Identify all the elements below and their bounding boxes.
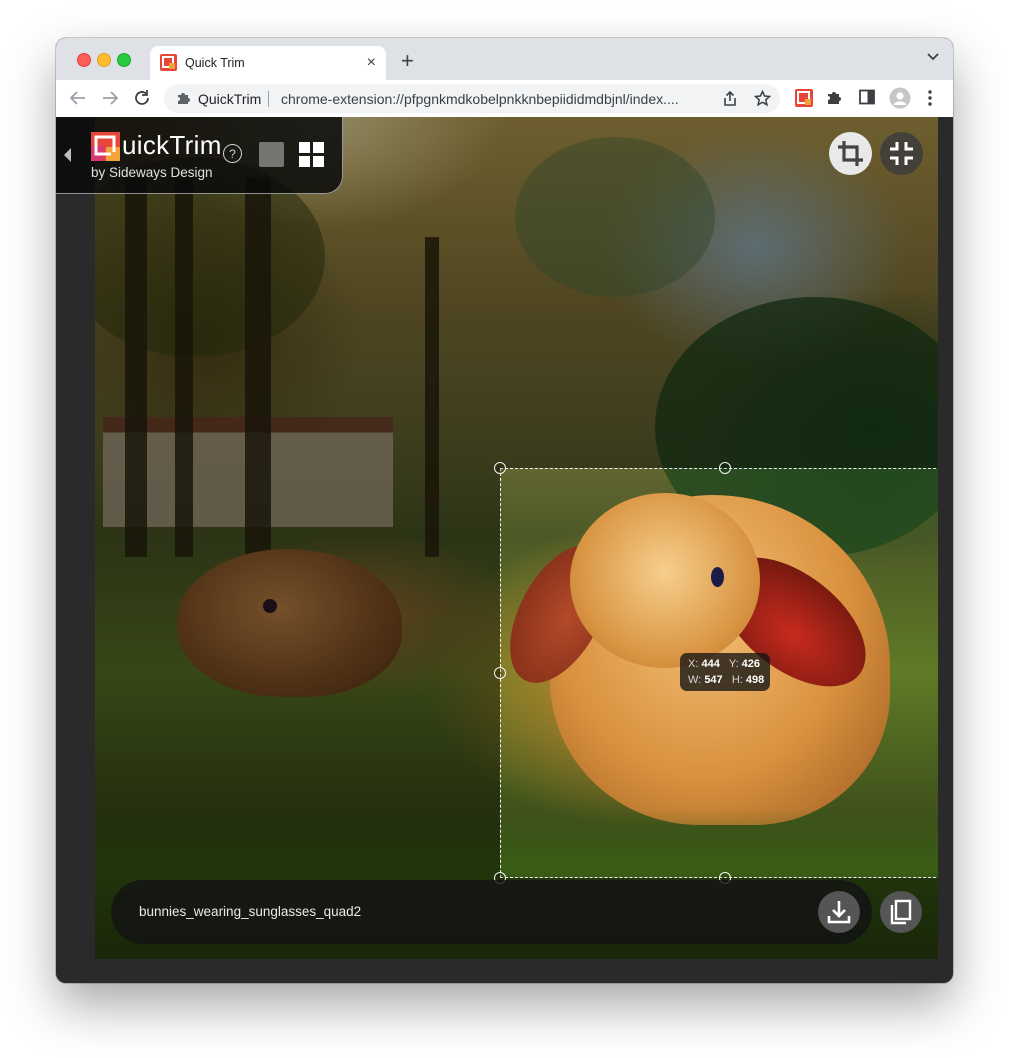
x-value: 444 [701,658,720,670]
tab-search-chevron-icon[interactable] [927,52,939,62]
extensions-puzzle-icon[interactable] [826,89,843,106]
crop-readout-row-1: X: 444 Y: 426 [688,656,770,672]
h-value: 498 [745,674,765,686]
close-window-button[interactable] [77,53,91,67]
new-tab-button[interactable]: + [401,48,414,74]
minimize-window-button[interactable] [97,53,111,67]
forward-icon[interactable] [99,87,121,109]
collapse-view-button[interactable] [880,132,923,175]
reload-icon[interactable] [131,87,153,109]
quicktrim-logo-icon [91,132,120,161]
bottom-bar: bunnies_wearing_sunglasses_quad2 [111,880,922,944]
tab-strip: Quick Trim × + [56,38,953,80]
help-icon[interactable]: ? [223,144,242,163]
crop-dimensions-readout: X: 444 Y: 426 W: 547 H: 498 [680,653,770,691]
collapse-icon [890,142,913,165]
crop-dim-left [95,468,500,878]
y-value: 426 [741,658,761,670]
background-color-swatch-button[interactable] [259,142,284,167]
app-header-panel: uickTrim by Sideways Design ? [56,117,343,194]
h-label: H: [731,674,743,686]
crop-handle-top[interactable] [719,462,731,474]
tab-close-icon[interactable]: × [367,53,376,73]
image-canvas[interactable]: X: 444 Y: 426 W: 547 H: 498 [95,117,938,959]
copy-button[interactable] [880,891,922,933]
y-label: Y: [728,658,739,670]
filename-label: bunnies_wearing_sunglasses_quad2 [139,904,362,919]
browser-toolbar: QuickTrim chrome-extension://pfpgnkmdkob… [56,80,953,118]
quicktrim-favicon-icon [160,54,177,71]
panel-collapse-arrow-icon[interactable] [64,148,71,162]
extension-puzzle-icon [178,93,190,104]
grid-icon[interactable] [299,142,324,167]
crop-handle-left[interactable] [494,667,506,679]
quicktrim-extension-icon[interactable] [795,89,813,107]
logo-subtitle: by Sideways Design [91,165,213,180]
crop-button[interactable] [829,132,872,175]
back-icon[interactable] [67,87,89,109]
page-content: X: 444 Y: 426 W: 547 H: 498 uickTrim by … [56,117,953,983]
tab-quick-trim[interactable]: Quick Trim × [150,46,386,80]
copy-icon [890,899,912,925]
omnibox-separator [268,91,269,107]
w-label: W: [688,674,702,686]
bookmark-star-icon[interactable] [754,90,771,107]
logo-text: uickTrim [122,130,222,160]
omnibox-extension-name: QuickTrim [198,91,262,107]
browser-window: Quick Trim × + QuickTrim chrome-extensio… [56,38,953,983]
url-text: chrome-extension://pfpgnkmdkobelpnkknbep… [281,91,679,107]
address-bar[interactable]: QuickTrim chrome-extension://pfpgnkmdkob… [164,84,780,113]
x-label: X: [688,658,699,670]
download-icon [827,901,851,924]
side-panel-icon[interactable] [859,89,875,105]
download-button[interactable] [818,891,860,933]
share-icon[interactable] [722,90,738,107]
crop-icon [838,141,863,166]
zoom-window-button[interactable] [117,53,131,67]
more-menu-icon[interactable] [927,89,933,107]
tab-title: Quick Trim [185,56,245,70]
crop-readout-row-2: W: 547 H: 498 [688,672,770,688]
w-value: 547 [704,674,723,686]
profile-avatar-icon[interactable] [889,87,911,109]
crop-handle-top-left[interactable] [494,462,506,474]
